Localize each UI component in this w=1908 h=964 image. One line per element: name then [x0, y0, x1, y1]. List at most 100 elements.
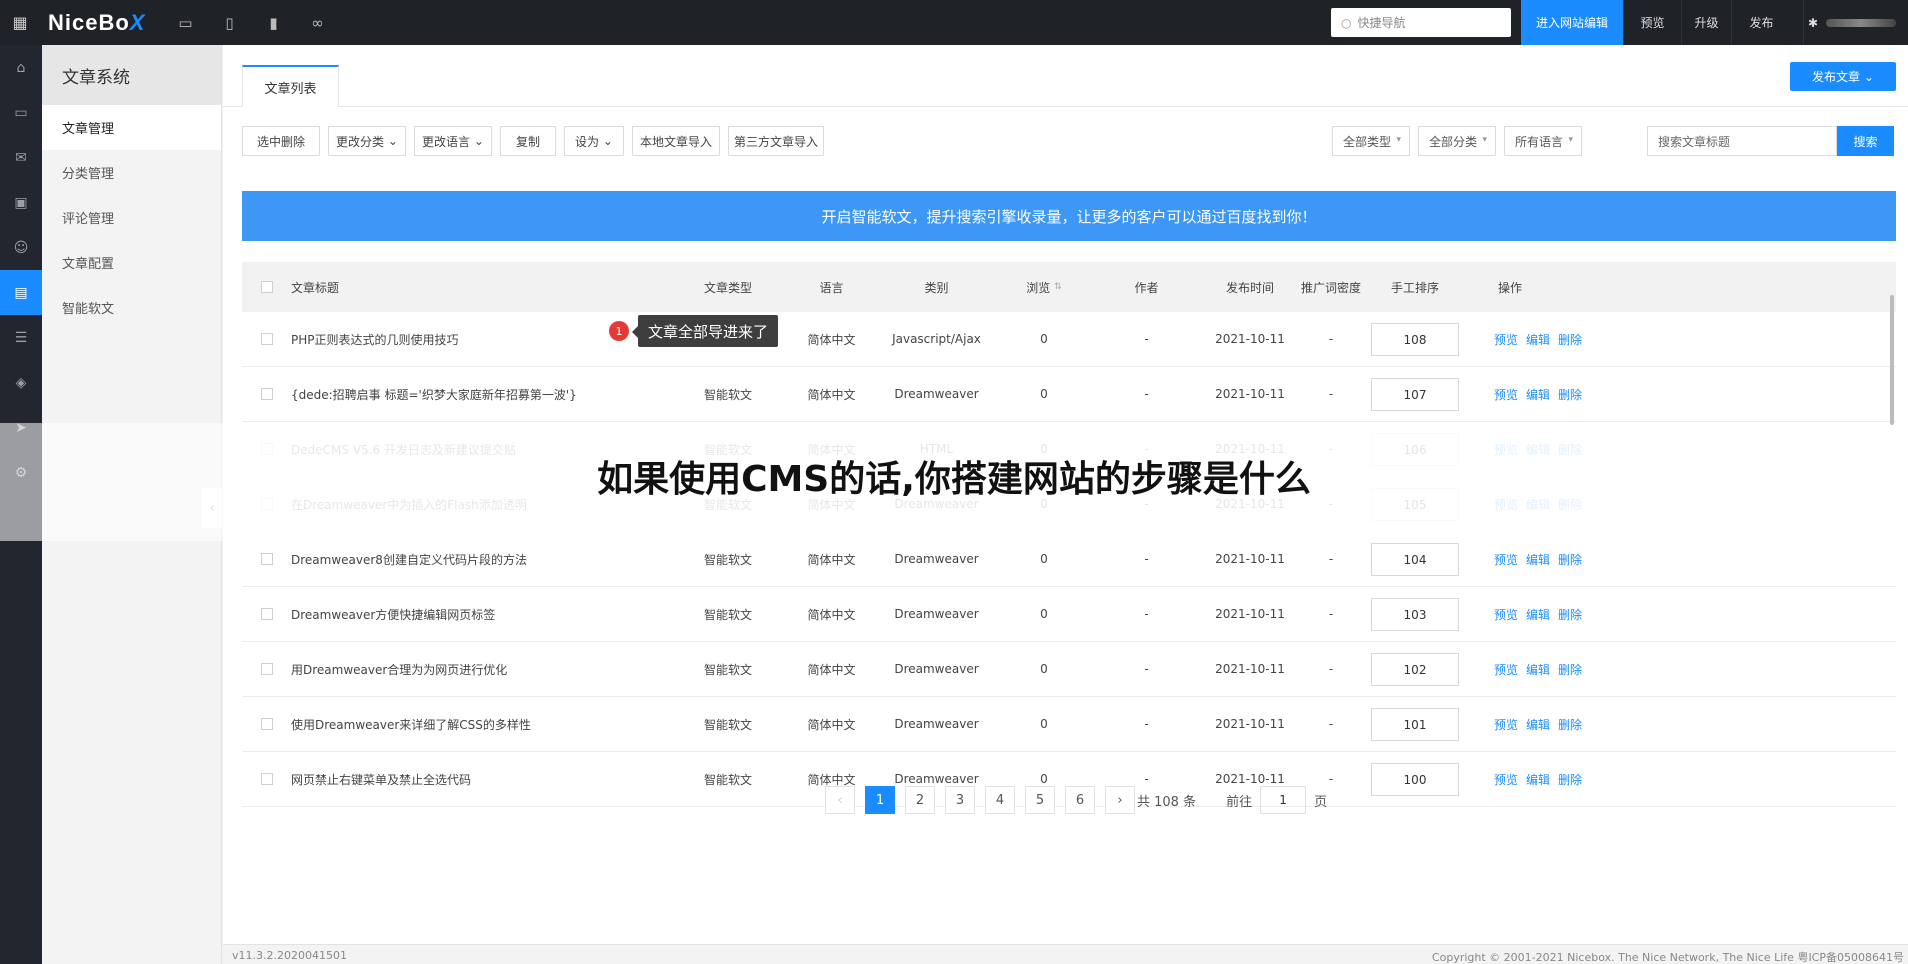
- home-icon[interactable]: ⌂: [0, 45, 42, 90]
- page-1-button[interactable]: 1: [865, 786, 895, 814]
- order-input[interactable]: 103: [1371, 598, 1459, 631]
- order-input[interactable]: 101: [1371, 708, 1459, 741]
- copy-button[interactable]: 复制: [500, 126, 556, 156]
- preview-button[interactable]: 预览: [1623, 0, 1681, 45]
- article-title[interactable]: 网页禁止右键菜单及禁止全选代码: [291, 752, 471, 806]
- grid-icon[interactable]: ▦: [0, 0, 40, 45]
- header-views[interactable]: 浏览 ⇅: [994, 262, 1094, 312]
- publish-article-button[interactable]: 发布文章 ⌄: [1790, 62, 1896, 91]
- preview-link[interactable]: 预览: [1494, 716, 1518, 733]
- row-checkbox[interactable]: [261, 333, 273, 345]
- order-input[interactable]: 102: [1371, 653, 1459, 686]
- tab-article-list[interactable]: 文章列表: [242, 65, 339, 108]
- edit-link[interactable]: 编辑: [1526, 386, 1550, 403]
- delete-link[interactable]: 删除: [1558, 771, 1582, 788]
- preview-link[interactable]: 预览: [1494, 771, 1518, 788]
- settings-icon: ✱: [1808, 15, 1819, 30]
- user-name-blurred: [1826, 18, 1897, 27]
- order-input[interactable]: 107: [1371, 378, 1459, 411]
- doc-icon[interactable]: ▤: [0, 270, 42, 315]
- delete-link[interactable]: 删除: [1558, 661, 1582, 678]
- row-checkbox[interactable]: [261, 608, 273, 620]
- preview-link[interactable]: 预览: [1494, 331, 1518, 348]
- sidebar-item-smart-article[interactable]: 智能软文: [42, 285, 221, 330]
- list-icon[interactable]: ☰: [0, 315, 42, 360]
- mobile-icon[interactable]: ▮: [251, 0, 295, 45]
- goto-page-input[interactable]: 1: [1260, 786, 1307, 814]
- publish-button[interactable]: 发布: [1731, 0, 1791, 45]
- user-menu[interactable]: ✱: [1803, 0, 1908, 45]
- card-icon[interactable]: ▭: [0, 90, 42, 135]
- change-language-button[interactable]: 更改语言 ⌄: [414, 126, 492, 156]
- page-4-button[interactable]: 4: [985, 786, 1015, 814]
- row-checkbox[interactable]: [261, 718, 273, 730]
- quick-nav-search[interactable]: ○ 快捷导航: [1331, 8, 1511, 37]
- delete-link[interactable]: 删除: [1558, 331, 1582, 348]
- article-title[interactable]: 使用Dreamweaver来详细了解CSS的多样性: [291, 697, 531, 751]
- prev-page-button[interactable]: ‹: [825, 786, 855, 814]
- edit-link[interactable]: 编辑: [1526, 331, 1550, 348]
- order-input[interactable]: 104: [1371, 543, 1459, 576]
- article-title[interactable]: PHP正则表达式的几则使用技巧: [291, 312, 459, 366]
- sidebar-item-comment-manage[interactable]: 评论管理: [42, 195, 221, 240]
- category-filter-select[interactable]: 全部分类 ▾: [1418, 126, 1496, 156]
- preview-link[interactable]: 预览: [1494, 661, 1518, 678]
- preview-link[interactable]: 预览: [1494, 386, 1518, 403]
- delete-link[interactable]: 删除: [1558, 606, 1582, 623]
- select-all-checkbox[interactable]: [261, 281, 273, 293]
- delete-selected-button[interactable]: 选中删除: [242, 126, 320, 156]
- gift-icon[interactable]: ▣: [0, 180, 42, 225]
- row-checkbox[interactable]: [261, 773, 273, 785]
- language-filter-select[interactable]: 所有语言 ▾: [1504, 126, 1582, 156]
- cell-lang: 简体中文: [807, 387, 856, 402]
- tablet-icon[interactable]: ▯: [207, 0, 251, 45]
- page-2-button[interactable]: 2: [905, 786, 935, 814]
- import-local-button[interactable]: 本地文章导入: [632, 126, 720, 156]
- edit-link[interactable]: 编辑: [1526, 551, 1550, 568]
- delete-link[interactable]: 删除: [1558, 551, 1582, 568]
- preview-link[interactable]: 预览: [1494, 606, 1518, 623]
- next-page-button[interactable]: ›: [1105, 786, 1135, 814]
- search-button[interactable]: 搜索: [1837, 126, 1894, 156]
- change-category-button[interactable]: 更改分类 ⌄: [328, 126, 406, 156]
- type-filter-select[interactable]: 全部类型 ▾: [1332, 126, 1410, 156]
- article-title[interactable]: Dreamweaver方便快捷编辑网页标签: [291, 587, 495, 641]
- cell-lang: 简体中文: [807, 607, 856, 622]
- article-title[interactable]: 用Dreamweaver合理为为网页进行优化: [291, 642, 507, 696]
- article-search-input[interactable]: 搜索文章标题: [1647, 126, 1837, 156]
- delete-link[interactable]: 删除: [1558, 386, 1582, 403]
- row-checkbox[interactable]: [261, 553, 273, 565]
- edit-link[interactable]: 编辑: [1526, 606, 1550, 623]
- row-actions: 预览编辑删除: [1494, 752, 1590, 806]
- row-checkbox[interactable]: [261, 388, 273, 400]
- set-as-button[interactable]: 设为 ⌄: [564, 126, 624, 156]
- page-6-button[interactable]: 6: [1065, 786, 1095, 814]
- sidebar-item-article-manage[interactable]: 文章管理: [42, 105, 221, 150]
- sidebar-item-article-config[interactable]: 文章配置: [42, 240, 221, 285]
- header-order: 手工排序: [1390, 280, 1439, 295]
- table-scrollbar[interactable]: [1890, 295, 1894, 425]
- row-checkbox[interactable]: [261, 663, 273, 675]
- edit-link[interactable]: 编辑: [1526, 716, 1550, 733]
- edit-link[interactable]: 编辑: [1526, 661, 1550, 678]
- order-input[interactable]: 100: [1371, 763, 1459, 796]
- promo-banner[interactable]: 开启智能软文，提升搜索引擎收录量，让更多的客户可以通过百度找到你！: [242, 191, 1896, 241]
- upgrade-button[interactable]: 升级: [1681, 0, 1731, 45]
- order-input[interactable]: 108: [1371, 323, 1459, 356]
- users-icon[interactable]: ☺: [0, 225, 42, 270]
- link-icon[interactable]: ∞: [295, 0, 339, 45]
- desktop-icon[interactable]: ▭: [163, 0, 207, 45]
- import-third-party-button[interactable]: 第三方文章导入: [728, 126, 824, 156]
- preview-link[interactable]: 预览: [1494, 551, 1518, 568]
- enter-site-edit-button[interactable]: 进入网站编辑: [1521, 0, 1623, 45]
- edit-link[interactable]: 编辑: [1526, 771, 1550, 788]
- header-language: 语言: [819, 280, 844, 295]
- page-3-button[interactable]: 3: [945, 786, 975, 814]
- page-5-button[interactable]: 5: [1025, 786, 1055, 814]
- mail-icon[interactable]: ✉: [0, 135, 42, 180]
- box-icon[interactable]: ◈: [0, 360, 42, 405]
- delete-link[interactable]: 删除: [1558, 716, 1582, 733]
- sidebar-item-category-manage[interactable]: 分类管理: [42, 150, 221, 195]
- cell-author: -: [1144, 387, 1149, 401]
- article-title[interactable]: {dede:招聘启事 标题='织梦大家庭新年招募第一波'}: [291, 367, 577, 421]
